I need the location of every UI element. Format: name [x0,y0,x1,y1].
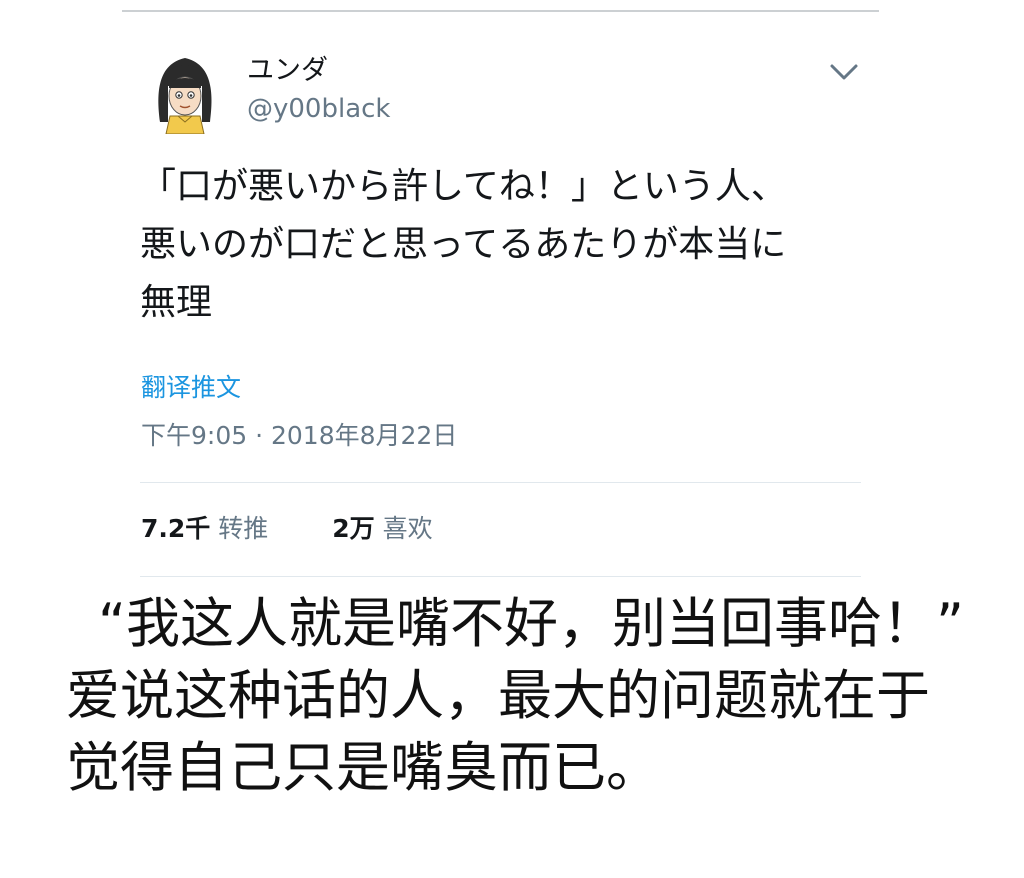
retweet-count-label: 转推 [218,514,269,543]
caption-line: 爱说这种话的人，最大的问题就在于 [66,664,930,727]
caption-text: “我这人就是嘴不好，别当回事哈！” 爱说这种话的人，最大的问题就在于 觉得自己只… [66,588,996,804]
caption-line: 觉得自己只是嘴臭而已。 [66,736,660,799]
tweet-timestamp[interactable]: 下午9:05 · 2018年8月22日 [141,418,457,454]
stats-top-divider [140,482,861,483]
chevron-down-icon [830,64,858,80]
tweet-text: 「口が悪いから許してね！」という人、 悪いのが口だと思ってるあたりが本当に 無理 [140,158,880,332]
retweet-count[interactable]: 7.2千 转推 [141,511,268,547]
stats-bottom-divider [140,576,861,577]
author-handle[interactable]: @y00black [247,92,390,126]
retweet-count-value: 7.2千 [141,514,211,543]
like-count-label: 喜欢 [382,514,433,543]
tweet-text-line: 「口が悪いから許してね！」という人、 [140,166,787,207]
tweet-text-line: 悪いのが口だと思ってるあたりが本当に [140,224,787,265]
tweet-menu-button[interactable] [826,58,862,86]
top-divider [122,10,879,12]
cartoon-girl-avatar-icon [158,58,212,135]
translate-tweet-link[interactable]: 翻译推文 [141,370,241,406]
author-display-name[interactable]: ユンダ [247,54,328,88]
author-avatar[interactable] [152,52,218,135]
caption-line: “我这人就是嘴不好，别当回事哈！” [98,592,964,655]
tweet-text-line: 無理 [140,282,213,323]
tweet-stats: 7.2千 转推 2万 喜欢 [141,511,433,547]
like-count-value: 2万 [332,514,375,543]
like-count[interactable]: 2万 喜欢 [332,511,432,547]
